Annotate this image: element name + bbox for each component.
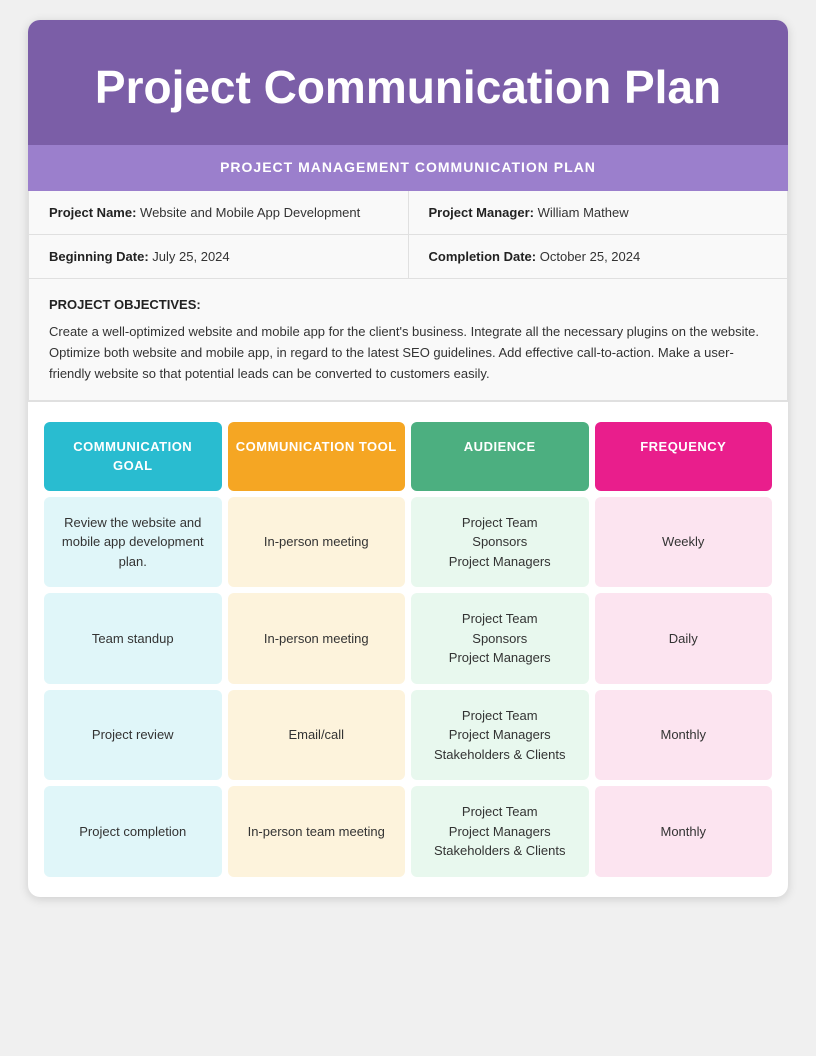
cell-frequency-2: Monthly — [595, 690, 773, 781]
page-container: Project Communication Plan PROJECT MANAG… — [28, 20, 788, 897]
cell-tool-2: Email/call — [228, 690, 406, 781]
cell-audience-2: Project Team Project Managers Stakeholde… — [411, 690, 589, 781]
project-name-value: Website and Mobile App Development — [140, 205, 360, 220]
cell-goal-3: Project completion — [44, 786, 222, 877]
col-header-audience: AUDIENCE — [411, 422, 589, 490]
cell-audience-1: Project Team Sponsors Project Managers — [411, 593, 589, 684]
col-header-goal: COMMUNICATION GOAL — [44, 422, 222, 490]
cell-goal-0: Review the website and mobile app develo… — [44, 497, 222, 588]
table-row: Team standupIn-person meetingProject Tea… — [44, 593, 772, 684]
project-name-label: Project Name: — [49, 205, 136, 220]
table-body: Review the website and mobile app develo… — [44, 497, 772, 877]
page-title: Project Communication Plan — [58, 60, 758, 115]
info-row-objectives: PROJECT OBJECTIVES: Create a well-optimi… — [29, 279, 787, 401]
col-header-tool: COMMUNICATION TOOL — [228, 422, 406, 490]
completion-date-label: Completion Date: — [429, 249, 537, 264]
cell-tool-1: In-person meeting — [228, 593, 406, 684]
beginning-date-cell: Beginning Date: July 25, 2024 — [29, 235, 409, 278]
info-section: Project Name: Website and Mobile App Dev… — [28, 191, 788, 402]
info-row-dates: Beginning Date: July 25, 2024 Completion… — [29, 235, 787, 279]
sub-header-section: PROJECT MANAGEMENT COMMUNICATION PLAN — [28, 145, 788, 191]
cell-audience-3: Project Team Project Managers Stakeholde… — [411, 786, 589, 877]
table-row: Project reviewEmail/callProject Team Pro… — [44, 690, 772, 781]
completion-date-value: October 25, 2024 — [540, 249, 640, 264]
col-header-frequency: FREQUENCY — [595, 422, 773, 490]
info-row-names: Project Name: Website and Mobile App Dev… — [29, 191, 787, 235]
cell-audience-0: Project Team Sponsors Project Managers — [411, 497, 589, 588]
objectives-cell: PROJECT OBJECTIVES: Create a well-optimi… — [29, 279, 787, 400]
table-row: Project completionIn-person team meeting… — [44, 786, 772, 877]
beginning-date-value: July 25, 2024 — [152, 249, 229, 264]
project-manager-cell: Project Manager: William Mathew — [409, 191, 788, 234]
objectives-text: Create a well-optimized website and mobi… — [49, 322, 767, 384]
cell-tool-3: In-person team meeting — [228, 786, 406, 877]
cell-goal-1: Team standup — [44, 593, 222, 684]
project-manager-value: William Mathew — [538, 205, 629, 220]
cell-frequency-0: Weekly — [595, 497, 773, 588]
cell-frequency-1: Daily — [595, 593, 773, 684]
table-header-row: COMMUNICATION GOAL COMMUNICATION TOOL AU… — [44, 422, 772, 490]
completion-date-cell: Completion Date: October 25, 2024 — [409, 235, 788, 278]
table-row: Review the website and mobile app develo… — [44, 497, 772, 588]
cell-goal-2: Project review — [44, 690, 222, 781]
beginning-date-label: Beginning Date: — [49, 249, 149, 264]
project-manager-label: Project Manager: — [429, 205, 534, 220]
objectives-label: PROJECT OBJECTIVES: — [49, 295, 767, 316]
cell-tool-0: In-person meeting — [228, 497, 406, 588]
sub-header-text: PROJECT MANAGEMENT COMMUNICATION PLAN — [220, 159, 596, 175]
project-name-cell: Project Name: Website and Mobile App Dev… — [29, 191, 409, 234]
header-section: Project Communication Plan — [28, 20, 788, 145]
communication-table: COMMUNICATION GOAL COMMUNICATION TOOL AU… — [44, 422, 772, 876]
cell-frequency-3: Monthly — [595, 786, 773, 877]
